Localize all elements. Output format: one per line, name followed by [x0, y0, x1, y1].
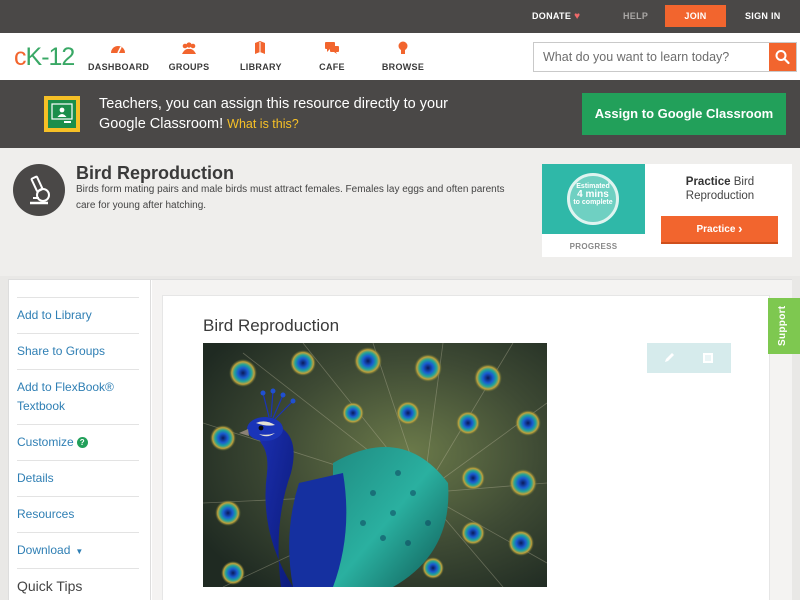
top-bar: DONATE ♥ HELP JOIN SIGN IN — [0, 0, 800, 33]
practice-button[interactable]: Practice › — [661, 216, 778, 244]
support-tab[interactable]: Support — [768, 298, 800, 354]
nav-browse[interactable]: BROWSE — [381, 41, 425, 72]
sidebar-item-resources[interactable]: Resources — [17, 496, 139, 532]
nav-dashboard[interactable]: DASHBOARD — [88, 41, 149, 72]
estimate-text: Estimated 4 mins to complete — [573, 183, 613, 206]
library-icon — [255, 41, 265, 54]
concept-header: Bird Reproduction Birds form mating pair… — [0, 148, 800, 276]
google-classroom-icon — [44, 96, 80, 132]
search-button[interactable] — [769, 43, 796, 71]
dashboard-icon — [111, 46, 125, 54]
content-toolbar — [647, 343, 731, 373]
nav-cafe[interactable]: CAFE — [316, 41, 348, 72]
sidebar-item-customize[interactable]: Customize? — [17, 424, 139, 460]
content-title: Bird Reproduction — [203, 316, 340, 335]
concept-description: Birds form mating pairs and male birds m… — [76, 184, 505, 211]
main-nav: cK-12 DASHBOARD GROUPS LIBRARY CAFE BROW… — [0, 33, 800, 80]
groups-icon — [182, 42, 196, 54]
sidebar-item-details[interactable]: Details — [17, 460, 139, 496]
search-icon — [775, 50, 790, 65]
sidebar-item-share-to-groups[interactable]: Share to Groups — [17, 333, 139, 369]
heart-icon: ♥ — [574, 11, 581, 22]
quick-tips-heading: Quick Tips — [17, 568, 139, 600]
peacock-image — [203, 343, 547, 587]
browse-icon — [398, 41, 408, 54]
join-button[interactable]: JOIN — [665, 5, 726, 27]
content-area: Bird Reproduction — [162, 295, 770, 600]
donate-link[interactable]: DONATE ♥ — [532, 0, 580, 33]
main-panel: Add to Library Share to Groups Add to Fl… — [8, 279, 792, 600]
sidebar: Add to Library Share to Groups Add to Fl… — [9, 280, 151, 600]
practice-card: Estimated 4 mins to complete PROGRESS Pr… — [542, 164, 792, 257]
sidebar-item-add-to-library[interactable]: Add to Library — [17, 297, 139, 333]
pencil-icon[interactable] — [662, 351, 676, 365]
caret-down-icon: ▼ — [75, 547, 84, 556]
ck12-logo[interactable]: cK-12 — [14, 44, 75, 70]
help-link[interactable]: HELP — [623, 0, 648, 33]
progress-graphic: Estimated 4 mins to complete — [542, 164, 645, 234]
cafe-icon — [325, 42, 339, 54]
nav-groups[interactable]: GROUPS — [167, 41, 211, 72]
sidebar-item-add-to-flexbook[interactable]: Add to FlexBook® Textbook — [17, 369, 139, 424]
google-classroom-banner: Teachers, you can assign this resource d… — [0, 80, 800, 148]
chevron-right-icon: › — [738, 221, 743, 236]
practice-title: Practice Bird Reproduction — [685, 176, 755, 202]
nav-library[interactable]: LIBRARY — [240, 41, 281, 72]
what-is-this-link[interactable]: What is this? — [227, 117, 299, 131]
help-icon[interactable]: ? — [76, 437, 88, 448]
microscope-icon — [13, 164, 65, 216]
progress-label: PROGRESS — [569, 242, 618, 251]
sign-in-link[interactable]: SIGN IN — [745, 0, 781, 33]
notes-icon[interactable] — [701, 351, 715, 365]
sidebar-item-download[interactable]: Download ▼ — [17, 532, 139, 568]
search-box — [533, 42, 797, 72]
concept-title: Bird Reproduction — [76, 163, 234, 183]
peacock-illustration — [203, 343, 547, 587]
assign-google-classroom-button[interactable]: Assign to Google Classroom — [582, 93, 786, 135]
search-input[interactable] — [534, 43, 770, 71]
banner-message: Teachers, you can assign this resource d… — [99, 96, 448, 132]
